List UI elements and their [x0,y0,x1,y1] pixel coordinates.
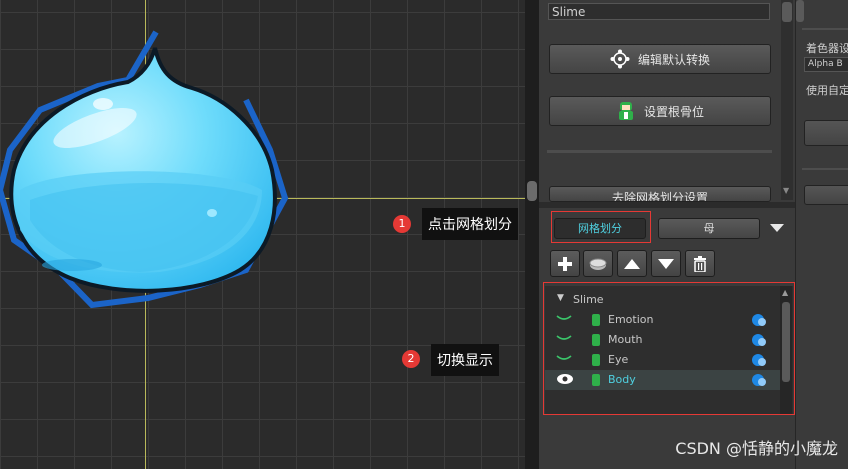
tab-mesh-division[interactable]: 网格划分 [554,218,646,239]
callout-badge-2: 2 [402,350,420,368]
remove-mesh-settings-label: 去除网格划分设置 [611,191,708,202]
blend-mode-field[interactable]: Alpha B [804,57,848,72]
slime-highlight-small [93,98,113,110]
material-panel: 着色器设 Alpha B 使用自定 [795,0,848,469]
callout-badge-1: 1 [393,215,411,233]
arrow-up-icon [624,258,640,269]
set-root-bone-label: 设置根骨位 [643,104,704,119]
separator [802,28,848,30]
remove-mesh-settings-button[interactable]: 去除网格划分设置 [549,186,771,202]
material-button-2[interactable] [804,185,848,205]
inspector-scroll-thumb[interactable] [782,2,792,22]
separator [802,168,848,170]
set-root-bone-button[interactable]: 设置根骨位 [549,96,771,126]
slime-bubble [42,259,102,271]
edit-default-transform-button[interactable]: 编辑默认转换 [549,44,771,74]
viewport-scrollbar[interactable] [525,0,539,469]
delete-button[interactable] [685,250,715,277]
separator [547,150,772,153]
plus-icon [558,256,572,271]
panel-divider [539,202,795,208]
arrow-down-icon [658,258,674,269]
tree-highlight [543,282,795,415]
character-icon [618,102,633,120]
material-scroll-thumb[interactable] [796,0,804,22]
watermark: CSDN @恬静的小魔龙 [675,439,838,458]
slime-bubble [207,209,217,217]
tab-mother[interactable]: 母 [658,218,760,239]
custom-label: 使用自定 [806,84,848,97]
callout-text-1: 点击网格划分 [422,208,518,240]
trash-icon [694,255,706,272]
inspector-scrollbar[interactable]: ▼ [781,0,793,200]
dropdown-arrow-icon[interactable] [770,224,784,232]
disc-button[interactable] [583,250,613,277]
edit-default-transform-label: 编辑默认转换 [637,52,710,67]
move-down-button[interactable] [651,250,681,277]
shader-label: 着色器设 [806,42,848,55]
callout-text-2: 切换显示 [431,344,499,376]
scroll-down-arrow-icon[interactable]: ▼ [783,186,789,195]
inspector-panel: Slime 编辑默认转换 设置根骨位 去除网格划分设置 ▼ 网格划分 母 ▼ S… [539,0,795,469]
scene-viewport[interactable]: 1 点击网格划分 2 切换显示 [0,0,525,469]
move-up-button[interactable] [617,250,647,277]
transform-icon [610,49,630,69]
add-button[interactable] [550,250,580,277]
material-button[interactable] [804,120,848,146]
viewport-scroll-thumb[interactable] [527,181,537,201]
name-field[interactable]: Slime [548,3,770,20]
disc-icon [589,258,607,270]
